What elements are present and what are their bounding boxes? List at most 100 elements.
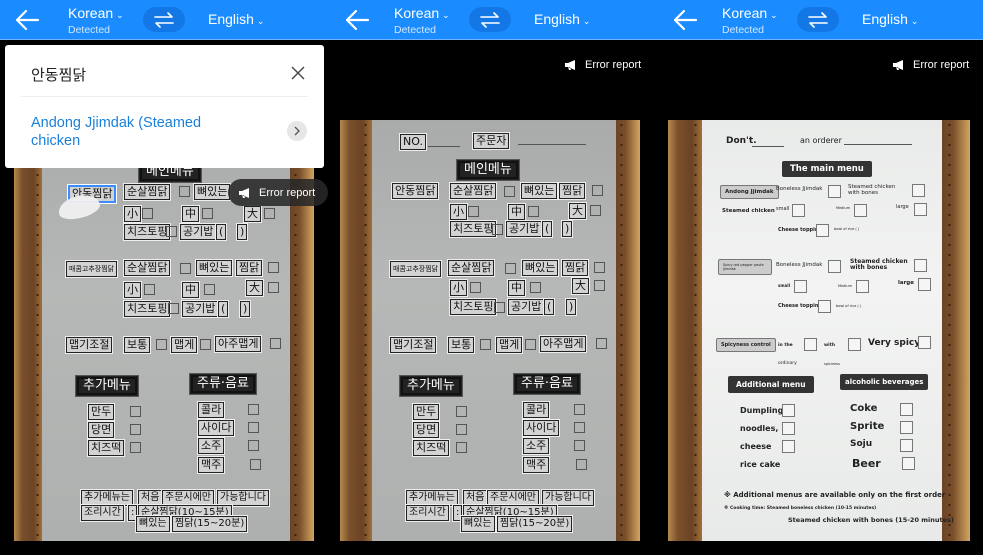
translated-label[interactable]: small: [776, 206, 789, 212]
swap-languages-button[interactable]: [143, 7, 185, 32]
ocr-word[interactable]: 처음: [138, 490, 163, 506]
ocr-word[interactable]: (: [544, 299, 555, 315]
ocr-word[interactable]: 주문시에만: [162, 490, 214, 506]
ocr-word[interactable]: 조리시간: [81, 505, 124, 521]
translated-label[interactable]: spiciness: [824, 362, 840, 366]
translated-label[interactable]: ordinary: [778, 361, 797, 366]
target-language-selector[interactable]: English ⌄: [534, 11, 590, 27]
ocr-word[interactable]: 맵게: [496, 337, 523, 353]
ocr-word[interactable]: 치즈토핑: [124, 301, 171, 317]
ocr-word[interactable]: 치즈토핑: [450, 221, 497, 237]
ocr-word[interactable]: 주문시에만: [487, 490, 539, 506]
translated-label[interactable]: Soju: [850, 439, 872, 449]
ocr-word[interactable]: 뼈있는: [522, 260, 559, 276]
ocr-word[interactable]: 매콤고추장찜닭: [66, 261, 118, 277]
ocr-word[interactable]: 주문자: [473, 133, 510, 149]
translated-label[interactable]: Andong Jjimdak: [720, 185, 779, 199]
ocr-word[interactable]: (: [216, 224, 227, 240]
error-report-button[interactable]: Error report: [892, 59, 969, 71]
translated-label[interactable]: Beer: [852, 457, 881, 470]
ocr-word[interactable]: NO.: [400, 134, 426, 150]
ocr-word[interactable]: 小: [124, 206, 141, 222]
swap-languages-button[interactable]: [469, 7, 511, 32]
translated-label[interactable]: Steamed chicken with bones (15-20 minute…: [788, 516, 954, 524]
ocr-word[interactable]: 찜닭: [236, 260, 263, 276]
ocr-word[interactable]: 소주: [198, 438, 225, 454]
ocr-word[interactable]: 맵기조절: [390, 337, 437, 353]
ocr-word[interactable]: (: [218, 301, 229, 317]
target-language-selector[interactable]: English ⌄: [862, 11, 918, 27]
translated-label[interactable]: Dumpling: [740, 406, 783, 415]
ocr-word[interactable]: 뼈있는: [521, 183, 558, 199]
ocr-word[interactable]: 大: [569, 203, 586, 219]
ocr-word[interactable]: 맥주: [523, 457, 550, 473]
ocr-word[interactable]: ): [566, 299, 577, 315]
translated-label[interactable]: Steamed chicken with bones: [850, 259, 916, 271]
translated-label[interactable]: Boneless Jjimdak: [776, 186, 822, 192]
ocr-word[interactable]: 가능합니다: [542, 490, 594, 506]
source-language-selector[interactable]: Korean ⌄ Detected: [722, 5, 778, 36]
ocr-word[interactable]: 찜닭(15~20분): [172, 516, 248, 532]
ocr-word[interactable]: 만두: [413, 404, 440, 420]
translated-label[interactable]: ※ Cooking time: Steamed boneless chicken…: [724, 506, 876, 511]
ocr-word[interactable]: 치즈토핑: [124, 224, 171, 240]
ocr-word[interactable]: 中: [182, 206, 199, 222]
ocr-word[interactable]: 맵게: [171, 337, 198, 353]
ocr-word[interactable]: 콜라: [523, 402, 550, 418]
ocr-word[interactable]: 뼈있는: [136, 516, 170, 532]
translated-label[interactable]: large: [896, 204, 909, 210]
ocr-word[interactable]: 小: [450, 280, 467, 296]
ocr-word[interactable]: 찜닭: [562, 260, 589, 276]
ocr-word[interactable]: 보통: [124, 337, 151, 353]
translated-label[interactable]: noodles,: [740, 424, 778, 433]
translated-label[interactable]: Steamed chicken: [722, 208, 775, 214]
ocr-word[interactable]: (: [542, 221, 553, 237]
ocr-word[interactable]: 뼈있는: [196, 260, 233, 276]
ocr-word[interactable]: 공기밥: [508, 299, 545, 315]
ocr-word[interactable]: 大: [572, 278, 589, 294]
ocr-word[interactable]: 大: [244, 206, 261, 222]
translated-label[interactable]: small: [778, 283, 790, 288]
translated-label[interactable]: Coke: [850, 403, 877, 414]
ocr-word[interactable]: 小: [124, 282, 141, 298]
arrow-left-icon[interactable]: [344, 8, 370, 32]
ocr-word[interactable]: ): [240, 301, 251, 317]
translated-label[interactable]: in the: [778, 343, 793, 348]
translated-label[interactable]: Steamed chicken with bones: [848, 184, 908, 196]
ocr-word[interactable]: 소주: [523, 438, 550, 454]
ocr-word[interactable]: 만두: [88, 404, 115, 420]
ocr-word[interactable]: 뼈있는: [194, 184, 231, 200]
translated-label[interactable]: Cheese topping: [778, 303, 822, 309]
error-report-button[interactable]: Error report: [228, 179, 328, 206]
ocr-word[interactable]: 치즈떡: [413, 440, 450, 456]
translated-label[interactable]: bowl of rice ( ): [836, 304, 861, 308]
ocr-word[interactable]: 보통: [448, 337, 475, 353]
ocr-word[interactable]: 조리시간: [406, 505, 449, 521]
swap-languages-button[interactable]: [797, 7, 839, 32]
ocr-word[interactable]: 순살찜닭: [448, 260, 495, 276]
ocr-word[interactable]: 가능합니다: [217, 490, 269, 506]
ocr-word[interactable]: 中: [508, 204, 525, 220]
translated-label[interactable]: Spicy red pepper paste Jjimdak: [718, 259, 772, 275]
translated-label[interactable]: Medium: [836, 206, 850, 210]
ocr-word[interactable]: 찜닭(15~20분): [497, 516, 573, 532]
ocr-word[interactable]: 공기밥: [182, 301, 219, 317]
ocr-word[interactable]: 공기밥: [180, 224, 217, 240]
translated-label[interactable]: Don't.: [726, 136, 757, 146]
arrow-left-icon[interactable]: [14, 8, 40, 32]
ocr-word[interactable]: 뼈있는: [461, 516, 495, 532]
ocr-word[interactable]: 찜닭: [559, 183, 586, 199]
ocr-word[interactable]: 大: [246, 280, 263, 296]
ocr-word[interactable]: ): [237, 224, 248, 240]
translated-label[interactable]: bowl of rice ( ): [834, 227, 859, 231]
source-language-selector[interactable]: Korean ⌄ Detected: [394, 5, 450, 36]
translated-label[interactable]: with: [824, 343, 835, 348]
ocr-word[interactable]: 콜라: [198, 402, 225, 418]
ocr-word[interactable]: 맵기조절: [66, 337, 113, 353]
ocr-word[interactable]: 추가메뉴는: [81, 490, 133, 506]
translated-label[interactable]: rice cake: [740, 460, 780, 469]
ocr-word[interactable]: ): [562, 221, 573, 237]
ocr-word[interactable]: 사이다: [198, 420, 235, 436]
translated-label[interactable]: ※ Additional menus are available only on…: [724, 491, 945, 499]
ocr-word[interactable]: 치즈토핑: [450, 299, 497, 315]
